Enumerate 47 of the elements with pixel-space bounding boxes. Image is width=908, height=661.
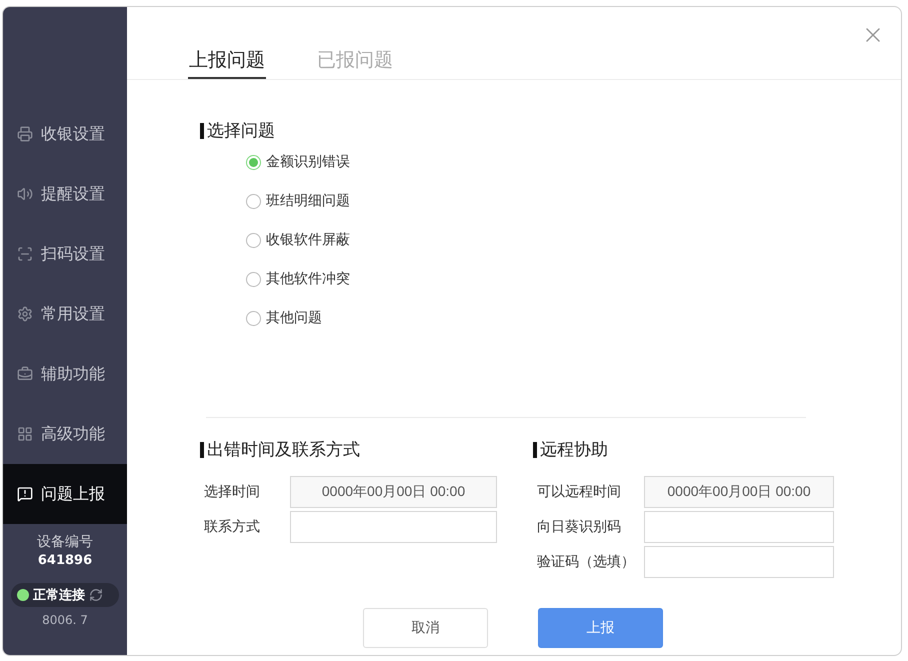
sidebar-item[interactable]: 高级功能 bbox=[3, 404, 127, 464]
field-label: 验证码（选填） bbox=[536, 553, 636, 571]
time-field[interactable]: 0000年00月00日 00:00 bbox=[644, 476, 834, 508]
version-text: 8006. 7 bbox=[42, 613, 88, 627]
field-label: 向日葵识别码 bbox=[536, 518, 622, 536]
settings-icon bbox=[17, 306, 33, 322]
option-label: 班结明细问题 bbox=[266, 192, 350, 210]
device-number: 641896 bbox=[38, 553, 92, 568]
option-label: 金额识别错误 bbox=[266, 153, 350, 171]
option-label: 收银软件屏蔽 bbox=[266, 231, 350, 249]
sidebar-item[interactable]: 辅助功能 bbox=[3, 344, 127, 404]
section-title: 远程协助 bbox=[540, 439, 608, 461]
section-title: 出错时间及联系方式 bbox=[207, 439, 360, 461]
speaker-icon bbox=[17, 186, 33, 202]
option-label: 其他软件冲突 bbox=[266, 270, 350, 288]
input-field[interactable] bbox=[290, 511, 497, 543]
radio-button[interactable] bbox=[246, 154, 261, 170]
heading-bar bbox=[533, 442, 537, 458]
radio-button[interactable] bbox=[246, 310, 261, 326]
input-field[interactable] bbox=[644, 546, 834, 578]
status-text: 正常连接 bbox=[33, 586, 85, 604]
section-title: 选择问题 bbox=[207, 120, 275, 142]
scan-icon bbox=[17, 246, 33, 262]
briefcase-icon bbox=[17, 366, 33, 382]
field-label: 选择时间 bbox=[203, 483, 261, 501]
heading-bar bbox=[200, 442, 204, 458]
input-field[interactable] bbox=[644, 511, 834, 543]
option-label: 其他问题 bbox=[266, 309, 322, 327]
field-label: 可以远程时间 bbox=[536, 483, 622, 501]
message-alert-icon bbox=[17, 486, 33, 502]
sidebar-item[interactable]: 扫码设置 bbox=[3, 224, 127, 284]
time-field[interactable]: 0000年00月00日 00:00 bbox=[290, 476, 497, 508]
cancel-button[interactable]: 取消 bbox=[363, 608, 488, 648]
radio-button[interactable] bbox=[246, 232, 261, 248]
sidebar-item[interactable]: 收银设置 bbox=[3, 104, 127, 164]
sidebar-item[interactable]: 提醒设置 bbox=[3, 164, 127, 224]
sidebar-item[interactable]: 问题上报 bbox=[3, 464, 127, 524]
device-label: 设备编号 bbox=[37, 533, 93, 551]
field-label: 联系方式 bbox=[203, 518, 261, 536]
radio-button[interactable] bbox=[246, 194, 261, 208]
tab[interactable]: 上报问题 bbox=[188, 43, 266, 79]
sidebar-item[interactable]: 常用设置 bbox=[3, 284, 127, 344]
radio-button[interactable] bbox=[246, 272, 261, 286]
refresh-icon[interactable] bbox=[89, 588, 103, 602]
heading-bar bbox=[200, 122, 204, 138]
grid-icon bbox=[17, 426, 33, 442]
printer-icon bbox=[17, 126, 33, 142]
